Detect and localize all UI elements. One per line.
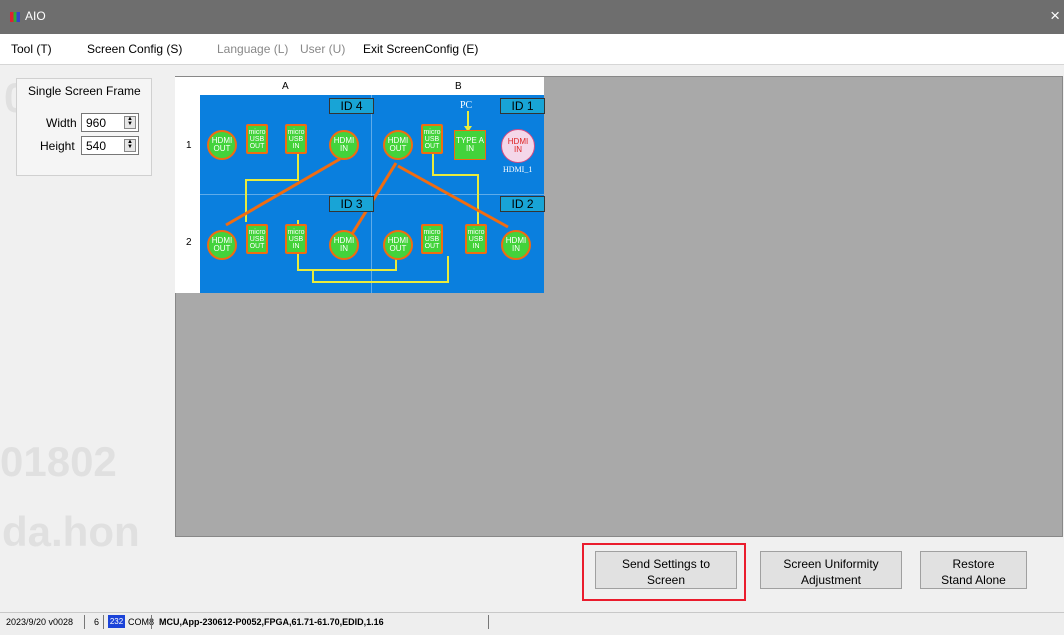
- hdmi-in-port[interactable]: HDMI IN: [329, 230, 359, 260]
- status-badge: 232: [108, 615, 125, 628]
- count-status: 6: [94, 617, 100, 627]
- hdmi-out-port[interactable]: HDMI OUT: [383, 230, 413, 260]
- status-separator: [84, 615, 85, 629]
- hdmi-out-port[interactable]: HDMI OUT: [207, 230, 237, 260]
- title-bar: AIO ×: [0, 0, 1064, 34]
- height-value: 540: [86, 139, 107, 153]
- row-1-label: 1: [186, 140, 192, 151]
- firmware-status: MCU,App-230612-P0052,FPGA,61.71-61.70,ED…: [159, 617, 384, 627]
- hdmi-in-port[interactable]: HDMI IN: [501, 230, 531, 260]
- screen-id-badge: ID 2: [500, 196, 545, 212]
- spinner-arrows-icon[interactable]: ▲ ▼: [124, 116, 136, 129]
- menu-bar: Tool (T) Screen Config (S) Language (L) …: [0, 34, 1064, 65]
- send-settings-button[interactable]: Send Settings to Screen: [595, 551, 737, 589]
- height-label: Height: [40, 139, 75, 153]
- panel-title: Single Screen Frame: [28, 84, 141, 98]
- single-screen-frame-panel: Single Screen Frame Width 960 ▲ ▼ Height …: [16, 78, 152, 176]
- hdmi-in-port[interactable]: HDMI IN: [501, 129, 535, 163]
- column-b-label: B: [455, 81, 462, 92]
- menu-exit-screenconfig[interactable]: Exit ScreenConfig (E): [363, 42, 478, 56]
- micro-usb-in-port[interactable]: micro USB IN: [465, 224, 487, 254]
- menu-user: User (U): [300, 42, 346, 56]
- micro-usb-in-port[interactable]: micro USB IN: [285, 124, 307, 154]
- column-header-row: [175, 77, 544, 95]
- status-separator: [151, 615, 152, 629]
- restore-stand-alone-button[interactable]: Restore Stand Alone: [920, 551, 1027, 589]
- type-a-in-port[interactable]: TYPE A IN: [454, 130, 486, 160]
- watermark-text: da.hon: [2, 508, 140, 555]
- micro-usb-in-port[interactable]: micro USB IN: [285, 224, 307, 254]
- width-value: 960: [86, 116, 107, 130]
- screen-uniformity-button[interactable]: Screen Uniformity Adjustment: [760, 551, 902, 589]
- width-label: Width: [46, 116, 77, 130]
- version-status: 2023/9/20 v0028: [6, 617, 74, 627]
- close-icon[interactable]: ×: [1050, 6, 1060, 26]
- micro-usb-out-port[interactable]: micro USB OUT: [421, 224, 443, 254]
- hdmi-1-label: HDMI_1: [503, 165, 533, 174]
- menu-language: Language (L): [217, 42, 289, 56]
- hdmi-out-port[interactable]: HDMI OUT: [383, 130, 413, 160]
- status-separator: [103, 615, 104, 629]
- status-separator: [488, 615, 489, 629]
- micro-usb-out-port[interactable]: micro USB OUT: [246, 224, 268, 254]
- row-2-label: 2: [186, 237, 192, 248]
- spinner-arrows-icon[interactable]: ▲ ▼: [124, 139, 136, 152]
- window-title: AIO: [25, 9, 46, 23]
- row-header-column: [175, 95, 200, 293]
- width-spinbox[interactable]: 960 ▲ ▼: [81, 113, 139, 132]
- screen-id-badge: ID 4: [329, 98, 374, 114]
- micro-usb-out-port[interactable]: micro USB OUT: [421, 124, 443, 154]
- hdmi-in-port[interactable]: HDMI IN: [329, 130, 359, 160]
- menu-tool[interactable]: Tool (T): [11, 42, 52, 56]
- screen-id-badge: ID 1: [500, 98, 545, 114]
- screen-id-badge: ID 3: [329, 196, 374, 212]
- hdmi-out-port[interactable]: HDMI OUT: [207, 130, 237, 160]
- watermark-text: 01802: [0, 438, 117, 485]
- pc-label: PC: [460, 100, 473, 111]
- grid-divider: [200, 194, 544, 195]
- menu-screen-config[interactable]: Screen Config (S): [87, 42, 182, 56]
- height-spinbox[interactable]: 540 ▲ ▼: [81, 136, 139, 155]
- app-icon: [10, 12, 20, 22]
- micro-usb-out-port[interactable]: micro USB OUT: [246, 124, 268, 154]
- column-a-label: A: [282, 81, 289, 92]
